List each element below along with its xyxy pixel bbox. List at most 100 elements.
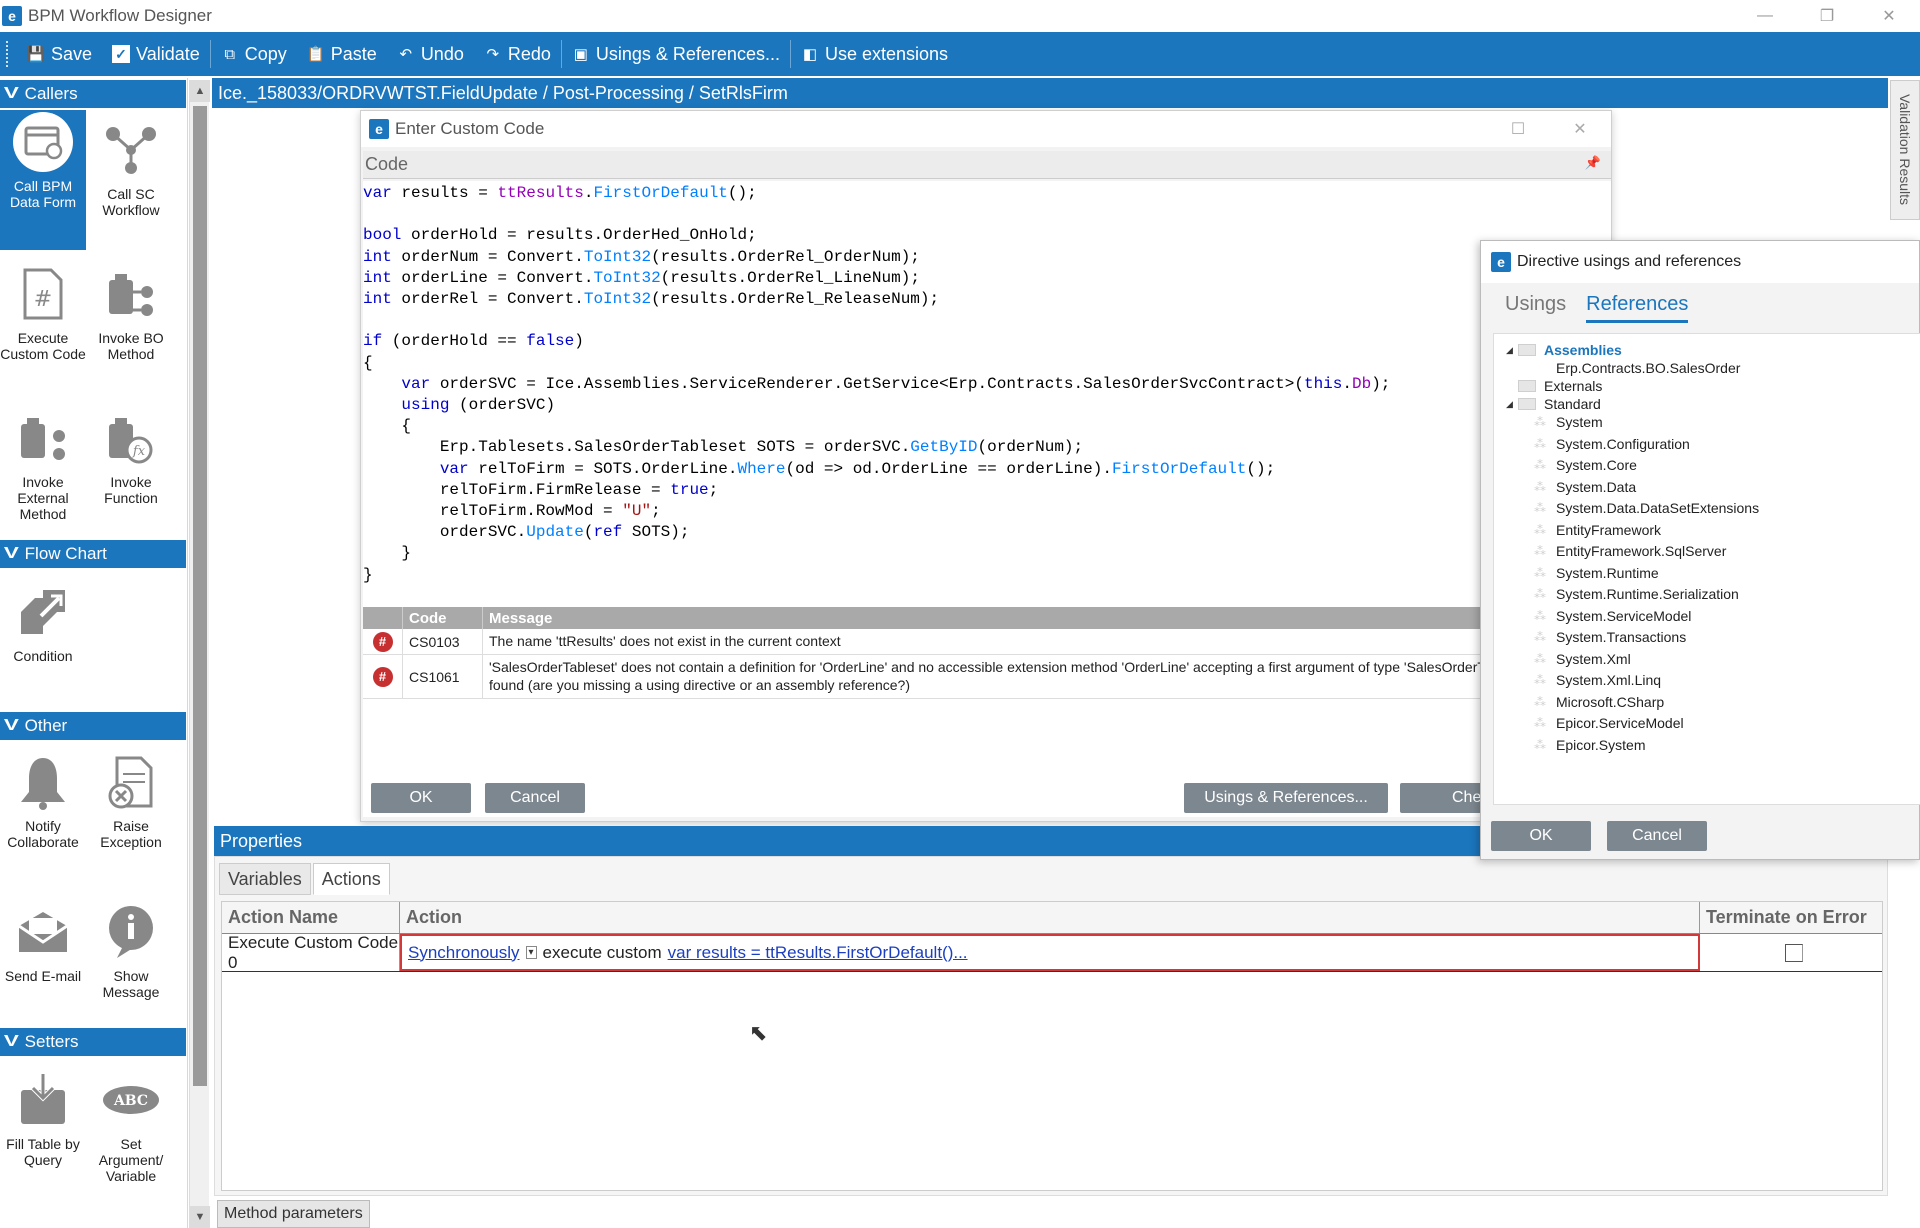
error-list-header: Code Message	[363, 607, 1611, 629]
use-extensions-button[interactable]: ◧ Use extensions	[791, 32, 958, 76]
tree-node-assembly[interactable]: ⁂ System.Transactions	[1534, 627, 1686, 647]
tool-show-message[interactable]: Show Message	[88, 902, 174, 1000]
category-other[interactable]: V Other	[0, 712, 186, 740]
category-callers[interactable]: V Callers	[0, 80, 186, 108]
terminate-on-error-checkbox[interactable]	[1785, 943, 1803, 962]
condition-icon	[11, 582, 75, 642]
code-header-label: Code	[365, 154, 409, 174]
tool-send-email[interactable]: Send E-mail	[0, 902, 86, 984]
tree-node-assembly[interactable]: ⁂ System.Xml.Linq	[1534, 670, 1661, 690]
undo-button[interactable]: ↶ Undo	[387, 32, 474, 76]
tree-node-assembly[interactable]: ⁂ System	[1534, 412, 1603, 432]
folder-icon	[1518, 344, 1536, 356]
tab-references[interactable]: References	[1586, 293, 1689, 323]
collapse-triangle-icon[interactable]: ◢	[1506, 345, 1518, 356]
tool-label: Raise Exception	[100, 818, 162, 850]
tree-node-assembly[interactable]: ⁂ System.Data	[1534, 477, 1636, 497]
restore-button[interactable]: ❐	[1796, 0, 1858, 32]
cancel-button[interactable]: Cancel	[485, 783, 585, 813]
copy-button[interactable]: ⧉ Copy	[211, 32, 297, 76]
category-setters[interactable]: V Setters	[0, 1028, 186, 1056]
tool-call-bpm-data-form[interactable]: Call BPM Data Form	[0, 110, 86, 250]
custom-code-link[interactable]: var results = ttResults.FirstOrDefault()…	[668, 943, 968, 963]
tree-node-assembly[interactable]: ⁂ Epicor.ServiceModel	[1534, 713, 1684, 733]
synchronously-link[interactable]: Synchronously	[408, 943, 520, 963]
tree-node-assembly[interactable]: Erp.Contracts.BO.SalesOrder	[1534, 358, 1740, 378]
ok-button[interactable]: OK	[371, 783, 471, 813]
ok-button[interactable]: OK	[1491, 821, 1591, 851]
tree-node-assembly[interactable]: ⁂ System.Runtime.Serialization	[1534, 584, 1739, 604]
error-row[interactable]: # CS0103 The name 'ttResults' does not e…	[363, 629, 1611, 655]
tool-set-argument-variable[interactable]: ABC Set Argument/ Variable	[88, 1070, 174, 1184]
tree-label: System	[1556, 414, 1603, 430]
tab-variables[interactable]: Variables	[219, 863, 311, 895]
error-icon: #	[372, 666, 393, 687]
main-toolbar: 💾 Save ✓ Validate ⧉ Copy 📋 Paste ↶ Undo ↷ Redo…	[0, 32, 1920, 76]
close-button[interactable]: ✕	[1858, 0, 1920, 32]
tree-label: System.Runtime.Serialization	[1556, 586, 1739, 602]
tree-node-assembly[interactable]: ⁂ System.Configuration	[1534, 434, 1690, 454]
tool-call-sc-workflow[interactable]: Call SC Workflow	[88, 120, 174, 218]
dialog-title: Directive usings and references	[1517, 253, 1742, 270]
table-row[interactable]: Execute Custom Code 0 Synchronously ▾ ex…	[222, 933, 1882, 972]
extensions-icon: ◧	[802, 46, 818, 63]
tree-node-assembly[interactable]: ⁂ Microsoft.CSharp	[1534, 692, 1664, 712]
tool-invoke-external-method[interactable]: Invoke External Method	[0, 408, 86, 522]
usings-references-button[interactable]: ▣ Usings & References...	[562, 32, 790, 76]
action-cell[interactable]: Synchronously ▾ execute custom var resul…	[400, 934, 1700, 971]
tool-condition[interactable]: Condition	[0, 582, 86, 664]
dropdown-arrow-icon[interactable]: ▾	[525, 946, 537, 959]
category-label: Other	[24, 716, 68, 735]
cancel-button[interactable]: Cancel	[1607, 821, 1707, 851]
tree-node-externals[interactable]: Externals	[1518, 376, 1602, 396]
tool-raise-exception[interactable]: Raise Exception	[88, 752, 174, 850]
collapse-triangle-icon[interactable]: ◢	[1506, 399, 1518, 410]
tree-node-standard[interactable]: ◢ Standard	[1506, 394, 1601, 414]
validation-results-tab[interactable]: Validation Results	[1890, 80, 1920, 220]
tree-node-assemblies[interactable]: ◢ Assemblies	[1506, 340, 1622, 360]
tree-node-assembly[interactable]: ⁂ System.ServiceModel	[1534, 606, 1691, 626]
pin-icon[interactable]: 📌	[1585, 155, 1601, 171]
action-name-cell: Execute Custom Code 0	[222, 933, 400, 972]
tree-node-assembly[interactable]: ⁂ Epicor.System	[1534, 735, 1645, 755]
tool-label: Condition	[13, 648, 73, 664]
tab-actions[interactable]: Actions	[312, 863, 390, 895]
minimize-button[interactable]: —	[1734, 0, 1796, 32]
scroll-up-icon[interactable]: ▲	[190, 80, 210, 102]
tree-node-assembly[interactable]: ⁂ EntityFramework	[1534, 520, 1661, 540]
tool-invoke-function[interactable]: fx Invoke Function	[88, 408, 174, 506]
category-label: Setters	[24, 1032, 79, 1051]
info-icon	[99, 902, 163, 962]
scroll-down-icon[interactable]: ▼	[190, 1206, 210, 1228]
paste-button[interactable]: 📋 Paste	[297, 32, 387, 76]
assembly-icon: ⁂	[1534, 630, 1546, 644]
tool-fill-table-by-query[interactable]: Fill Table by Query	[0, 1070, 86, 1168]
maximize-icon[interactable]: ☐	[1487, 111, 1549, 147]
error-message: The name 'ttResults' does not exist in t…	[489, 633, 841, 649]
tree-node-assembly[interactable]: ⁂ System.Data.DataSetExtensions	[1534, 498, 1759, 518]
error-row[interactable]: # CS1061 'SalesOrderTableset' does not c…	[363, 655, 1611, 699]
tab-method-parameters[interactable]: Method parameters	[217, 1200, 370, 1228]
tree-node-assembly[interactable]: ⁂ System.Runtime	[1534, 563, 1659, 583]
usings-references-button[interactable]: Usings & References...	[1184, 783, 1388, 813]
copy-label: Copy	[244, 43, 287, 64]
tool-execute-custom-code[interactable]: # Execute Custom Code	[0, 264, 86, 362]
workflow-icon	[99, 120, 163, 180]
category-flow-chart[interactable]: V Flow Chart	[0, 540, 186, 568]
redo-button[interactable]: ↷ Redo	[474, 32, 561, 76]
tree-label: System.ServiceModel	[1556, 607, 1692, 624]
tree-node-assembly[interactable]: ⁂ System.Core	[1534, 455, 1637, 475]
tab-usings[interactable]: Usings	[1505, 293, 1566, 323]
tree-node-assembly[interactable]: ⁂ System.Xml	[1534, 649, 1631, 669]
scrollbar-thumb[interactable]	[193, 106, 207, 1086]
palette-scrollbar[interactable]: ▲ ▼	[189, 80, 210, 1228]
save-button[interactable]: 💾 Save	[17, 32, 102, 76]
fill-table-icon	[11, 1070, 75, 1130]
tree-node-assembly[interactable]: ⁂ EntityFramework.SqlServer	[1534, 541, 1726, 561]
tool-invoke-bo-method[interactable]: Invoke BO Method	[88, 264, 174, 362]
close-icon[interactable]: ✕	[1549, 111, 1611, 147]
tool-notify-collaborate[interactable]: Notify Collaborate	[0, 752, 86, 850]
validate-button[interactable]: ✓ Validate	[102, 32, 210, 76]
tool-label: Call BPM Data Form	[9, 178, 77, 210]
toolbar-grip[interactable]	[6, 41, 9, 67]
